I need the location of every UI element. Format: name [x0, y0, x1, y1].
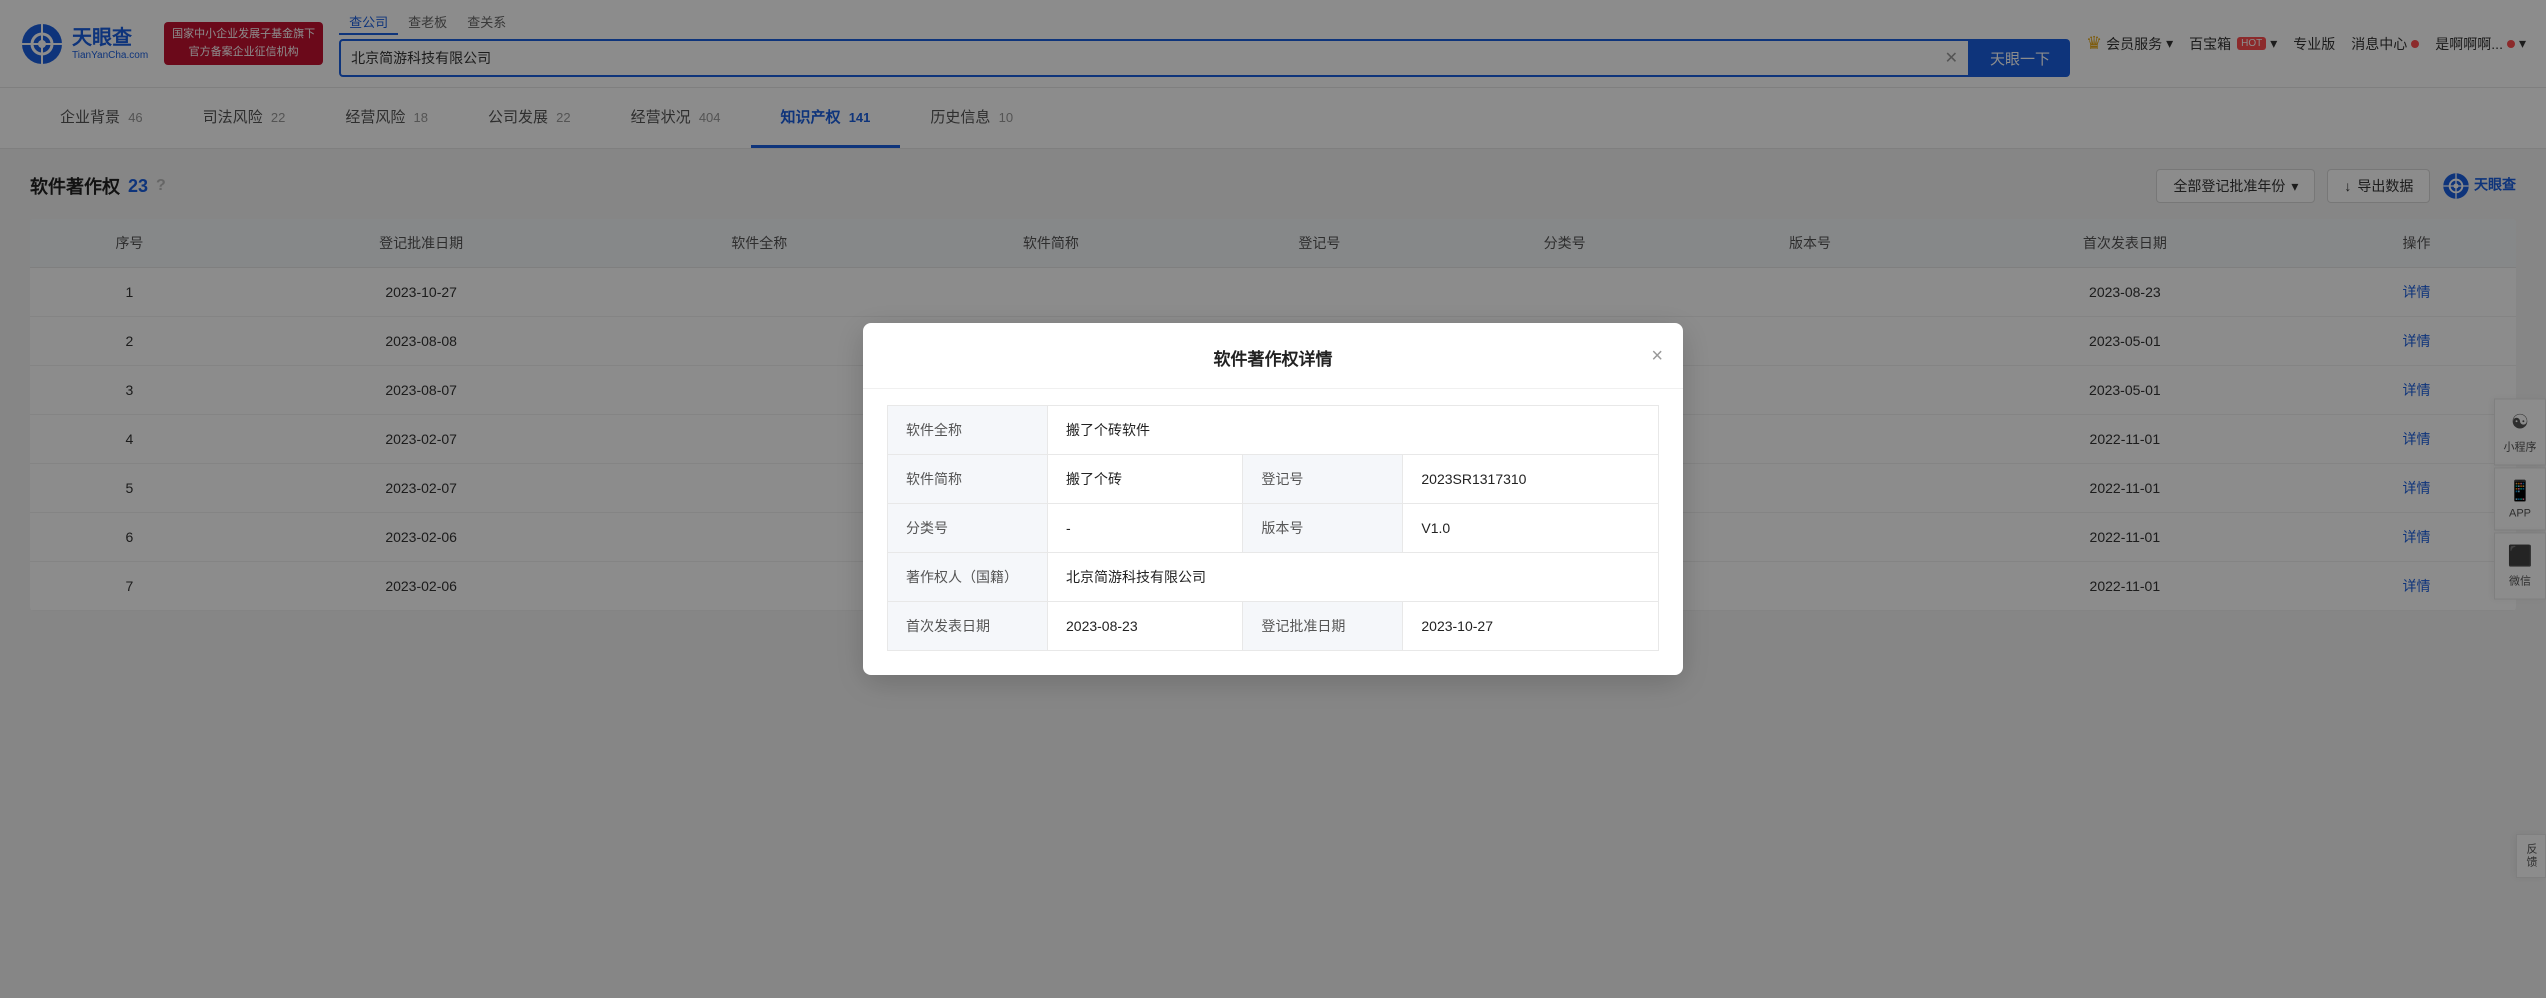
- detail-row-fullname: 软件全称 搬了个砖软件: [888, 406, 1659, 455]
- value-regdate: 2023-10-27: [1403, 602, 1659, 651]
- label-fullname: 软件全称: [888, 406, 1048, 455]
- value-shortname: 搬了个砖: [1048, 455, 1243, 504]
- modal-body: 软件全称 搬了个砖软件 软件简称 搬了个砖 登记号 2023SR1317310 …: [863, 405, 1683, 675]
- value-regno: 2023SR1317310: [1403, 455, 1659, 504]
- label-regno: 登记号: [1243, 455, 1403, 504]
- label-regdate: 登记批准日期: [1243, 602, 1403, 651]
- label-shortname: 软件简称: [888, 455, 1048, 504]
- detail-row-shortname: 软件简称 搬了个砖 登记号 2023SR1317310: [888, 455, 1659, 504]
- modal-dialog: 软件著作权详情 × 软件全称 搬了个砖软件 软件简称 搬了个砖 登记号 2023…: [863, 323, 1683, 675]
- modal-overlay[interactable]: 软件著作权详情 × 软件全称 搬了个砖软件 软件简称 搬了个砖 登记号 2023…: [0, 0, 2546, 998]
- detail-row-author: 著作权人（国籍） 北京简游科技有限公司: [888, 553, 1659, 602]
- detail-row-catno: 分类号 - 版本号 V1.0: [888, 504, 1659, 553]
- value-fullname: 搬了个砖软件: [1048, 406, 1659, 455]
- value-pubdate: 2023-08-23: [1048, 602, 1243, 651]
- modal-header: 软件著作权详情 ×: [863, 323, 1683, 389]
- detail-table: 软件全称 搬了个砖软件 软件简称 搬了个砖 登记号 2023SR1317310 …: [887, 405, 1659, 651]
- value-version: V1.0: [1403, 504, 1659, 553]
- modal-title: 软件著作权详情: [1214, 345, 1333, 370]
- value-catno: -: [1048, 504, 1243, 553]
- label-catno: 分类号: [888, 504, 1048, 553]
- label-version: 版本号: [1243, 504, 1403, 553]
- detail-row-pubdate: 首次发表日期 2023-08-23 登记批准日期 2023-10-27: [888, 602, 1659, 651]
- label-author: 著作权人（国籍）: [888, 553, 1048, 602]
- value-author: 北京简游科技有限公司: [1048, 553, 1659, 602]
- label-pubdate: 首次发表日期: [888, 602, 1048, 651]
- modal-close-button[interactable]: ×: [1651, 346, 1663, 366]
